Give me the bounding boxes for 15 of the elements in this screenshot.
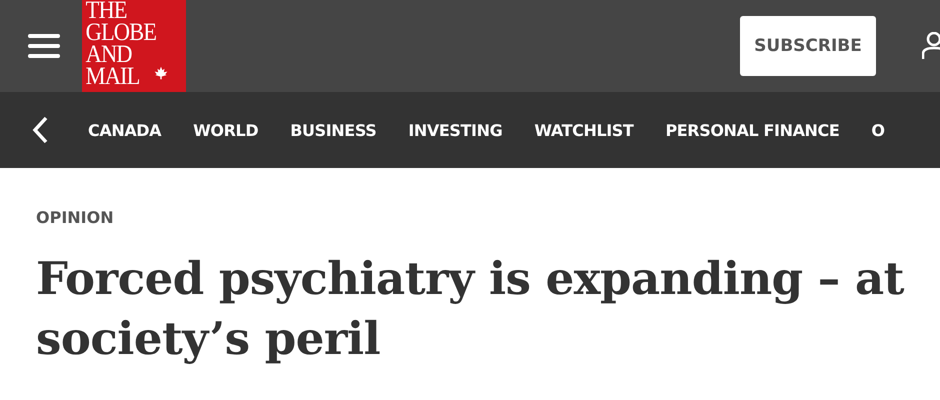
- nav-link[interactable]: PERSONAL FINANCE: [665, 120, 840, 140]
- nav-link[interactable]: O: [871, 120, 885, 140]
- nav-link[interactable]: BUSINESS: [290, 120, 376, 140]
- maple-leaf-icon: [154, 66, 168, 80]
- subscribe-button[interactable]: SUBSCRIBE: [740, 16, 876, 76]
- user-icon[interactable]: [922, 32, 940, 60]
- nav-link[interactable]: WORLD: [193, 120, 258, 140]
- logo[interactable]: THE GLOBE AND MAIL: [82, 0, 186, 92]
- menu-icon[interactable]: [28, 34, 60, 58]
- back-chevron-icon[interactable]: [32, 116, 48, 144]
- section-label[interactable]: OPINION: [36, 208, 114, 227]
- nav-link[interactable]: CANADA: [88, 120, 162, 140]
- nav-link[interactable]: WATCHLIST: [534, 120, 634, 140]
- nav-link[interactable]: INVESTING: [408, 120, 502, 140]
- headline: Forced psychiatry is expanding – at society’s peril: [36, 251, 904, 367]
